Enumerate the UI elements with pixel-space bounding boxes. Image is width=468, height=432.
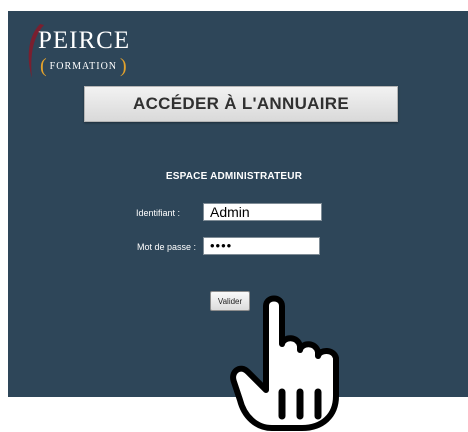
peirce-logo[interactable]: PEIRCE ( FORMATION ) (24, 22, 154, 82)
identifiant-label: Identifiant : (135, 208, 180, 218)
logo-paren-close: ) (120, 55, 127, 77)
logo-paren-open: ( (40, 55, 47, 77)
identifiant-input[interactable] (203, 203, 322, 221)
password-input[interactable]: •••• (203, 237, 320, 255)
logo-subtitle: FORMATION (49, 60, 118, 72)
logo-name: PEIRCE (38, 27, 131, 54)
logo-subtitle-wrap: ( FORMATION ) (40, 55, 127, 77)
admin-section-title: ESPACE ADMINISTRATEUR (165, 171, 303, 182)
pointing-hand-icon (230, 295, 339, 431)
acceder-annuaire-button[interactable]: ACCÉDER À L'ANNUAIRE (84, 86, 398, 122)
password-label: Mot de passe : (136, 242, 196, 252)
